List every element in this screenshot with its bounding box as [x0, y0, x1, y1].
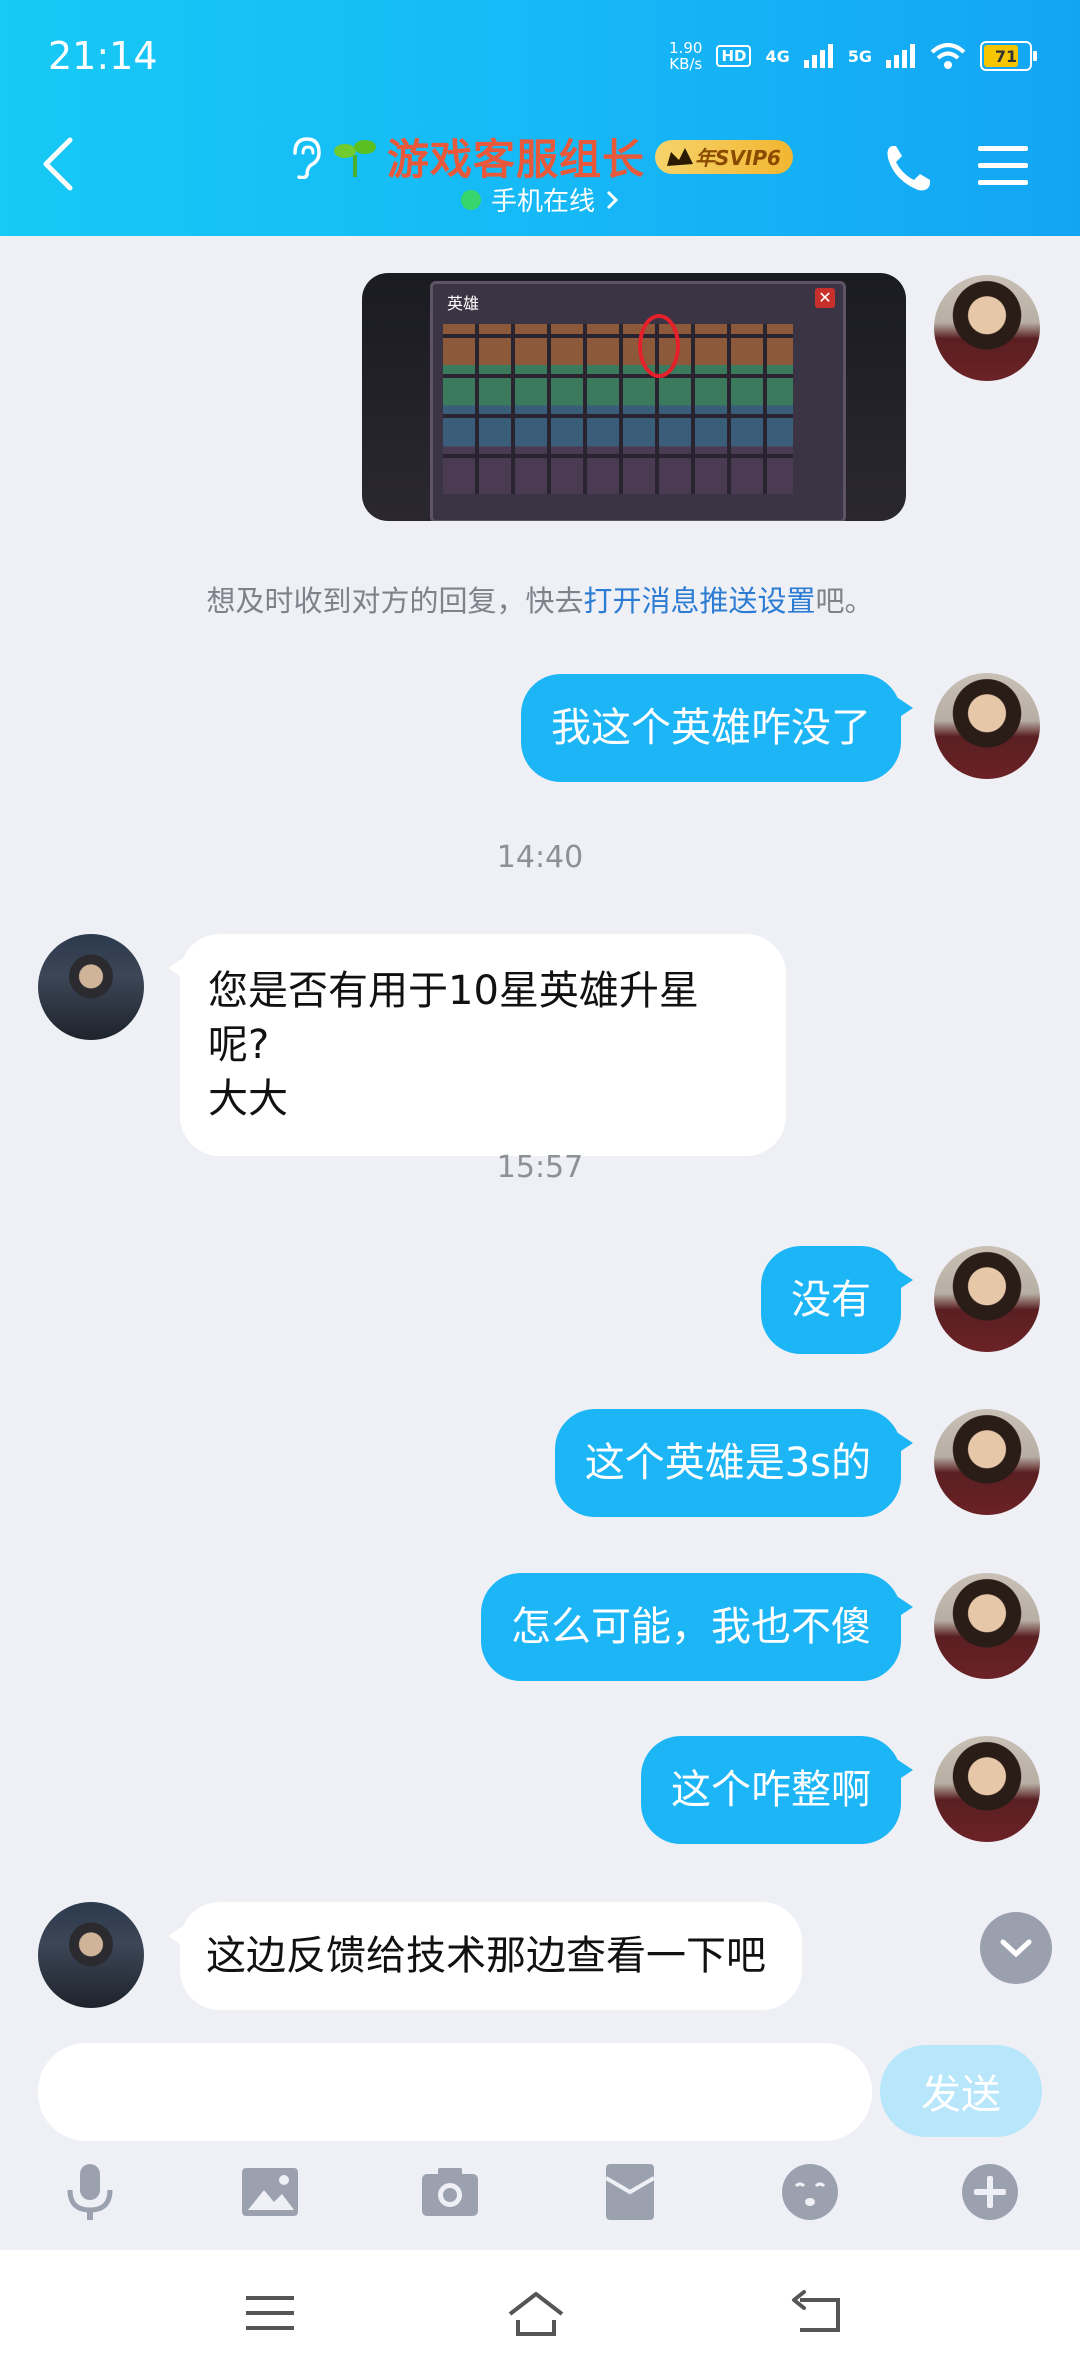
online-status-text: 手机在线 [490, 187, 595, 217]
timestamp: 14:40 [496, 840, 584, 875]
emoji-icon[interactable] [778, 2160, 842, 2224]
push-settings-hint: 想及时收到对方的回复，快去打开消息推送设置吧。 [206, 584, 874, 618]
message-bubble-sent[interactable]: 怎么可能，我也不傻 [481, 1573, 913, 1681]
online-dot-icon [460, 189, 481, 210]
message-bubble-sent[interactable]: 这个咋整啊 [641, 1736, 913, 1844]
chat-title[interactable]: 游戏客服组长 [387, 126, 645, 187]
red-packet-icon[interactable] [598, 2160, 662, 2224]
sprout-icon [334, 139, 377, 177]
svip-crown-icon [667, 147, 694, 166]
message-bubble-sent[interactable]: 没有 [761, 1246, 913, 1354]
ear-icon[interactable] [287, 135, 323, 179]
avatar-contact[interactable] [38, 934, 144, 1040]
signal-5g-label: 5G [847, 46, 872, 66]
push-settings-link[interactable]: 打开消息推送设置 [583, 584, 815, 618]
chevron-right-icon [606, 190, 619, 209]
home-nav-icon[interactable] [506, 2286, 566, 2340]
message-bubble-received[interactable]: 这边反馈给技术那边查看一下吧 [168, 1902, 802, 2010]
svip-badge: 年SVIP6 [655, 139, 793, 174]
red-circle-mark [638, 314, 680, 378]
menu-nav-icon[interactable] [240, 2286, 300, 2340]
wifi-icon [930, 43, 966, 69]
image-message[interactable]: 英雄 ✕ [362, 273, 906, 521]
avatar-contact[interactable] [38, 1902, 144, 2008]
message-bubble-sent[interactable]: 我这个英雄咋没了 [521, 674, 913, 782]
status-icons: 1.90 KB/s HD 4G 5G 71 [669, 34, 1037, 78]
plus-icon[interactable] [958, 2160, 1022, 2224]
phone-call-button[interactable] [880, 140, 936, 196]
avatar-me[interactable] [934, 1409, 1040, 1515]
message-bubble-sent[interactable]: 这个英雄是3s的 [554, 1409, 914, 1517]
avatar-me[interactable] [934, 1246, 1040, 1352]
send-button[interactable]: 发送 [880, 2045, 1042, 2137]
scroll-to-bottom-button[interactable] [980, 1912, 1052, 1984]
game-screenshot: 英雄 ✕ [430, 281, 846, 521]
camera-icon[interactable] [418, 2160, 482, 2224]
hd-badge: HD [716, 45, 752, 67]
network-speed: 1.90 KB/s [669, 39, 703, 73]
status-time: 21:14 [48, 34, 158, 78]
signal-bars-icon [886, 44, 915, 68]
system-nav-bar [0, 2250, 1080, 2376]
back-nav-icon[interactable] [790, 2286, 850, 2340]
signal-4g-label: 4G [765, 46, 790, 66]
microphone-icon[interactable] [58, 2160, 122, 2224]
avatar-me[interactable] [934, 275, 1040, 381]
avatar-me[interactable] [934, 1573, 1040, 1679]
avatar-me[interactable] [934, 673, 1040, 779]
timestamp: 15:57 [496, 1150, 584, 1185]
chevron-down-icon [1000, 1939, 1032, 1958]
chat-header: 21:14 1.90 KB/s HD 4G 5G 71 游戏客服组长 年SVIP… [0, 0, 1080, 236]
composer: 发送 [0, 2020, 1080, 2250]
menu-button[interactable] [978, 144, 1028, 188]
image-icon[interactable] [238, 2160, 302, 2224]
signal-bars-icon [803, 44, 833, 68]
message-input[interactable] [38, 2043, 872, 2141]
battery-icon: 71 [980, 41, 1037, 71]
avatar-me[interactable] [934, 1736, 1040, 1842]
message-bubble-received[interactable]: 您是否有用于10星英雄升星呢? 大大 [168, 934, 786, 1156]
